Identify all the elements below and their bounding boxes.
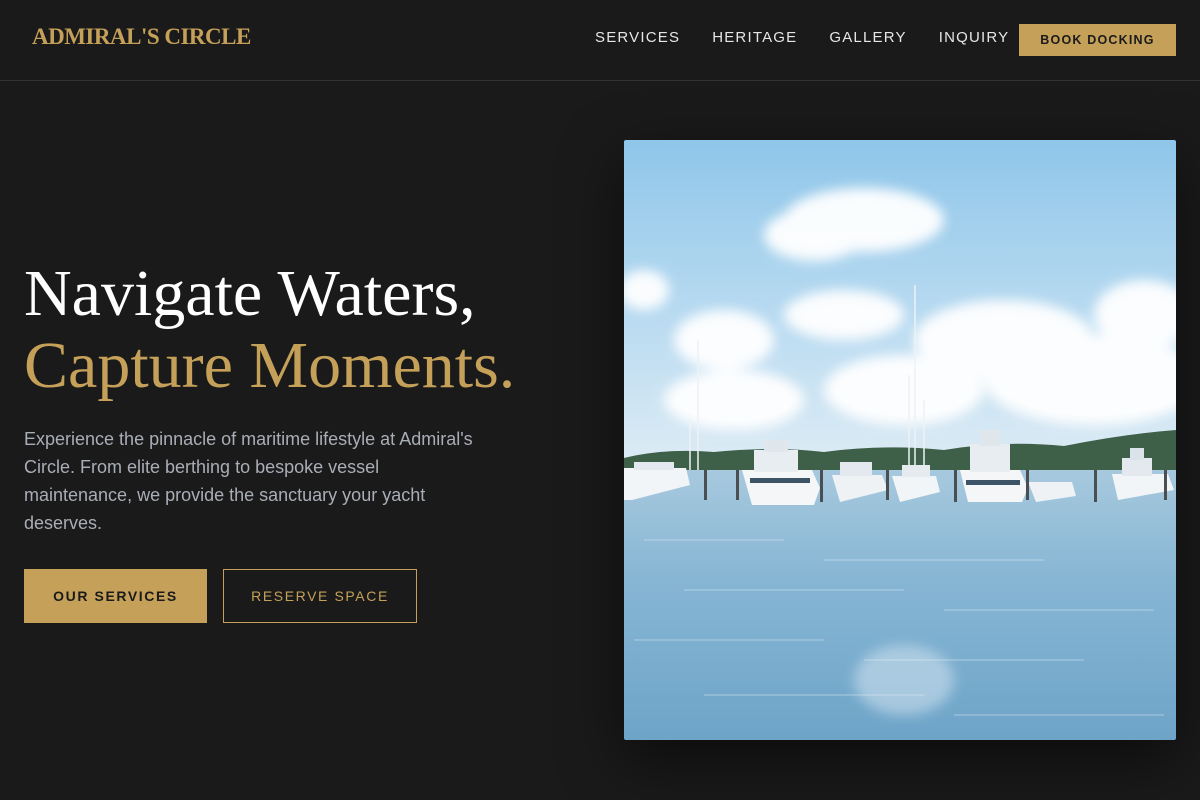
page: ADMIRAL'S CIRCLE SERVICES HERITAGE GALLE… [0,0,1200,800]
nav-item-services[interactable]: SERVICES [595,29,680,46]
main-nav: SERVICES HERITAGE GALLERY INQUIRY [595,29,1009,46]
hero-title: Navigate Waters, Capture Moments. [24,258,515,402]
reserve-space-button[interactable]: RESERVE SPACE [223,569,417,623]
hero-description: Experience the pinnacle of maritime life… [24,429,473,533]
our-services-button[interactable]: OUR SERVICES [24,569,207,623]
hero-title-line2: Capture Moments. [24,329,516,402]
book-docking-button[interactable]: BOOK DOCKING [1019,24,1176,56]
marina-hero-image [624,140,1176,740]
nav-item-gallery[interactable]: GALLERY [829,29,906,46]
hero-title-line1: Navigate Waters, [24,257,476,330]
site-header: ADMIRAL'S CIRCLE SERVICES HERITAGE GALLE… [0,0,1200,81]
nav-item-inquiry[interactable]: INQUIRY [939,29,1010,46]
nav-item-heritage[interactable]: HERITAGE [712,29,797,46]
brand-logo[interactable]: ADMIRAL'S CIRCLE [32,24,251,50]
